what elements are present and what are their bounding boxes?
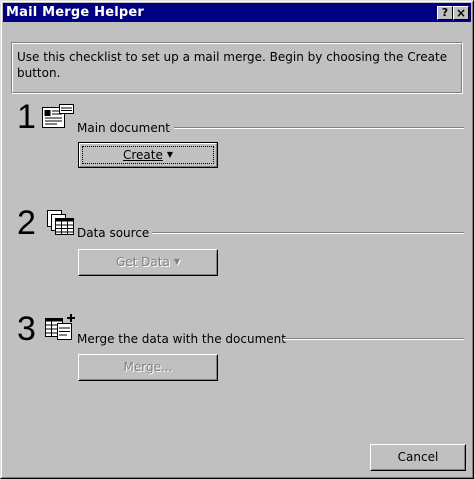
mail-merge-helper-dialog: Mail Merge Helper ? × Use this checklist… [0, 0, 474, 479]
step-3-number: 3 [17, 310, 36, 348]
data-source-icon [47, 210, 74, 235]
get-data-button[interactable]: Get Data ▼ [78, 249, 218, 276]
title-bar[interactable]: Mail Merge Helper ? × [3, 3, 471, 22]
step-3-label: Merge the data with the document [77, 332, 286, 346]
instructions-text: Use this checklist to set up a mail merg… [17, 50, 448, 80]
merge-icon [45, 314, 75, 340]
step-2-label: Data source [77, 226, 150, 240]
instructions-box: Use this checklist to set up a mail merg… [11, 42, 463, 94]
step-3-divider [283, 338, 464, 340]
merge-button[interactable]: Merge... [78, 354, 218, 381]
cancel-button-label: Cancel [397, 450, 439, 464]
step-1-divider [174, 127, 464, 129]
merge-button-label: Merge... [123, 360, 173, 374]
window-title: Mail Merge Helper [6, 5, 145, 20]
step-2-number: 2 [17, 204, 36, 242]
step-2-divider [152, 232, 464, 234]
create-button[interactable]: Create ▼ [78, 142, 218, 168]
step-1-number: 1 [17, 98, 36, 136]
step-1-label: Main document [77, 121, 171, 135]
close-button[interactable]: × [453, 6, 469, 20]
dropdown-arrow-icon: ▼ [173, 257, 180, 266]
dropdown-arrow-icon: ▼ [166, 150, 174, 159]
help-button[interactable]: ? [437, 6, 453, 20]
get-data-button-label: Get Data [115, 255, 170, 269]
cancel-button[interactable]: Cancel [370, 444, 466, 471]
create-button-label: Create [122, 148, 163, 162]
main-document-icon [42, 104, 74, 128]
